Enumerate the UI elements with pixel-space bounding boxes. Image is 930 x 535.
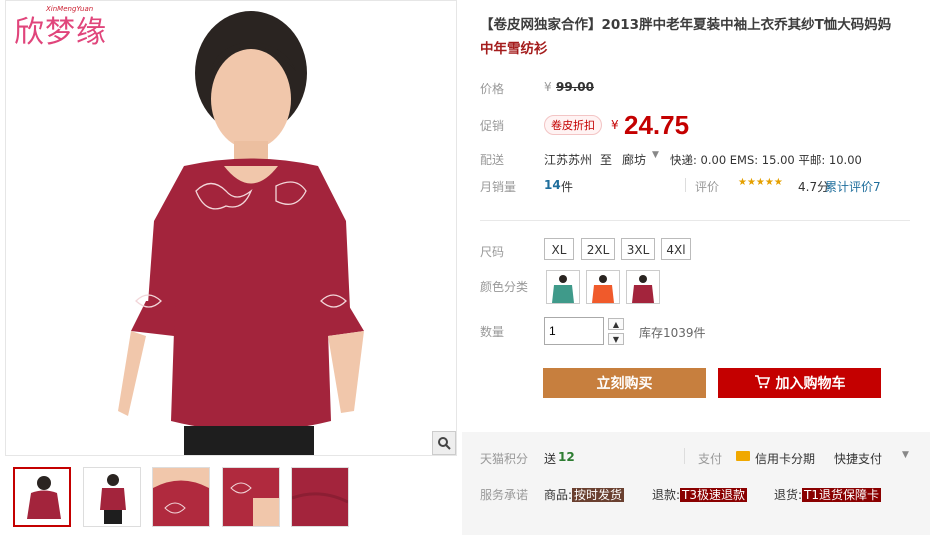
product-title-sub: 中年雪纺衫 <box>480 41 548 57</box>
service-goods: 商品: 按时发货 <box>544 486 625 503</box>
thumbnail-4[interactable] <box>222 467 280 527</box>
service-panel: 天猫积分 送 12 支付 信用卡分期 快捷支付 ▼ 服务承诺 商品: 按时发货 退… <box>462 432 930 535</box>
product-gallery: 欣梦缘 XinMengYuan <box>5 0 457 535</box>
product-title-main: 【卷皮网独家合作】2013胖中老年夏装中袖上衣乔其纱T恤大码妈妈 <box>480 17 892 33</box>
size-row: 尺码 XL 2XL 3XL 4Xl <box>480 238 920 262</box>
promo-label: 促销 <box>480 119 505 133</box>
chevron-down-icon[interactable]: ▼ <box>652 150 659 160</box>
divider <box>685 178 686 192</box>
sales-label: 月销量 <box>480 180 517 194</box>
buy-now-button[interactable]: 立刻购买 <box>543 368 706 398</box>
divider <box>480 220 910 221</box>
original-price: 99.00 <box>556 80 594 94</box>
color-option-red[interactable] <box>626 270 660 304</box>
color-row: 颜色分类 <box>480 270 920 306</box>
ship-to-word: 至 <box>600 153 613 167</box>
credit-card-icon <box>736 451 750 461</box>
sales-count: 14 <box>544 178 561 192</box>
promo-tag: 卷皮折扣 <box>544 115 602 135</box>
review-count-link[interactable]: 累计评价7 <box>825 178 881 195</box>
chevron-down-icon[interactable]: ▼ <box>902 450 909 460</box>
tmall-points: 12 <box>558 450 575 464</box>
sales-unit: 件 <box>561 180 574 194</box>
color-option-orange[interactable] <box>586 270 620 304</box>
tmall-send: 送 <box>544 452 557 466</box>
zoom-icon[interactable] <box>432 431 456 455</box>
payment-label: 支付 <box>698 452 723 466</box>
service-goods-tag: 按时发货 <box>572 488 625 502</box>
quantity-input[interactable] <box>544 317 604 345</box>
size-option-4xl[interactable]: 4Xl <box>661 238 691 260</box>
size-option-3xl[interactable]: 3XL <box>621 238 655 260</box>
size-label: 尺码 <box>480 245 505 259</box>
fast-pay-link[interactable]: 快捷支付 <box>834 450 882 467</box>
size-option-2xl[interactable]: 2XL <box>581 238 615 260</box>
shipping-row: 配送 江苏苏州 至 廊坊 ▼ 快递: 0.00 EMS: 15.00 平邮: 1… <box>480 150 920 168</box>
service-refund: 退款: T3极速退款 <box>652 486 748 503</box>
service-goods-label: 商品: <box>544 488 573 502</box>
service-return-label: 退货: <box>774 488 803 502</box>
quantity-decrease-button[interactable]: ▼ <box>608 333 624 345</box>
review-label: 评价 <box>695 180 720 194</box>
ship-destination[interactable]: 廊坊 <box>622 151 646 168</box>
add-to-cart-button[interactable]: 加入购物车 <box>718 368 881 398</box>
product-title: 【卷皮网独家合作】2013胖中老年夏装中袖上衣乔其纱T恤大码妈妈 中年雪纺衫 <box>480 13 930 61</box>
service-refund-label: 退款: <box>652 488 681 502</box>
thumbnail-2[interactable] <box>83 467 141 527</box>
quantity-increase-button[interactable]: ▲ <box>608 318 624 330</box>
service-return: 退货: T1退货保障卡 <box>774 486 882 503</box>
promo-row: 促销 卷皮折扣 ¥ 24.75 <box>480 110 920 140</box>
color-label: 颜色分类 <box>480 280 529 294</box>
price-label: 价格 <box>480 82 505 96</box>
sales-row: 月销量 14 件 评价 ★★★★★ 4.7分 累计评价7 <box>480 177 920 195</box>
promo-currency: ¥ <box>611 118 619 132</box>
main-product-image[interactable]: 欣梦缘 XinMengYuan <box>5 0 457 456</box>
price-row: 价格 ¥ 99.00 <box>480 80 920 96</box>
quantity-label: 数量 <box>480 325 505 339</box>
size-option-xl[interactable]: XL <box>544 238 574 260</box>
shipping-fees: 快递: 0.00 EMS: 15.00 平邮: 10.00 <box>670 153 862 167</box>
service-refund-tag: T3极速退款 <box>680 488 748 502</box>
thumbnail-3[interactable] <box>152 467 210 527</box>
currency-symbol: ¥ <box>544 80 552 94</box>
ship-from: 江苏苏州 <box>544 153 593 167</box>
add-to-cart-label: 加入购物车 <box>775 376 846 392</box>
credit-installment-link[interactable]: 信用卡分期 <box>755 450 815 467</box>
tmall-points-label: 天猫积分 <box>480 452 529 466</box>
model-photo <box>118 11 364 455</box>
rating-stars-icon: ★★★★★ <box>738 177 783 188</box>
shipping-label: 配送 <box>480 153 505 167</box>
stock-count: 库存1039件 <box>639 326 706 340</box>
divider <box>684 448 685 464</box>
color-option-green[interactable] <box>546 270 580 304</box>
service-return-tag: T1退货保障卡 <box>802 488 882 502</box>
service-label: 服务承诺 <box>480 488 529 502</box>
cart-icon <box>754 375 770 393</box>
promo-price: 24.75 <box>624 110 690 140</box>
thumbnail-1[interactable] <box>13 467 71 527</box>
thumbnail-5[interactable] <box>291 467 349 527</box>
